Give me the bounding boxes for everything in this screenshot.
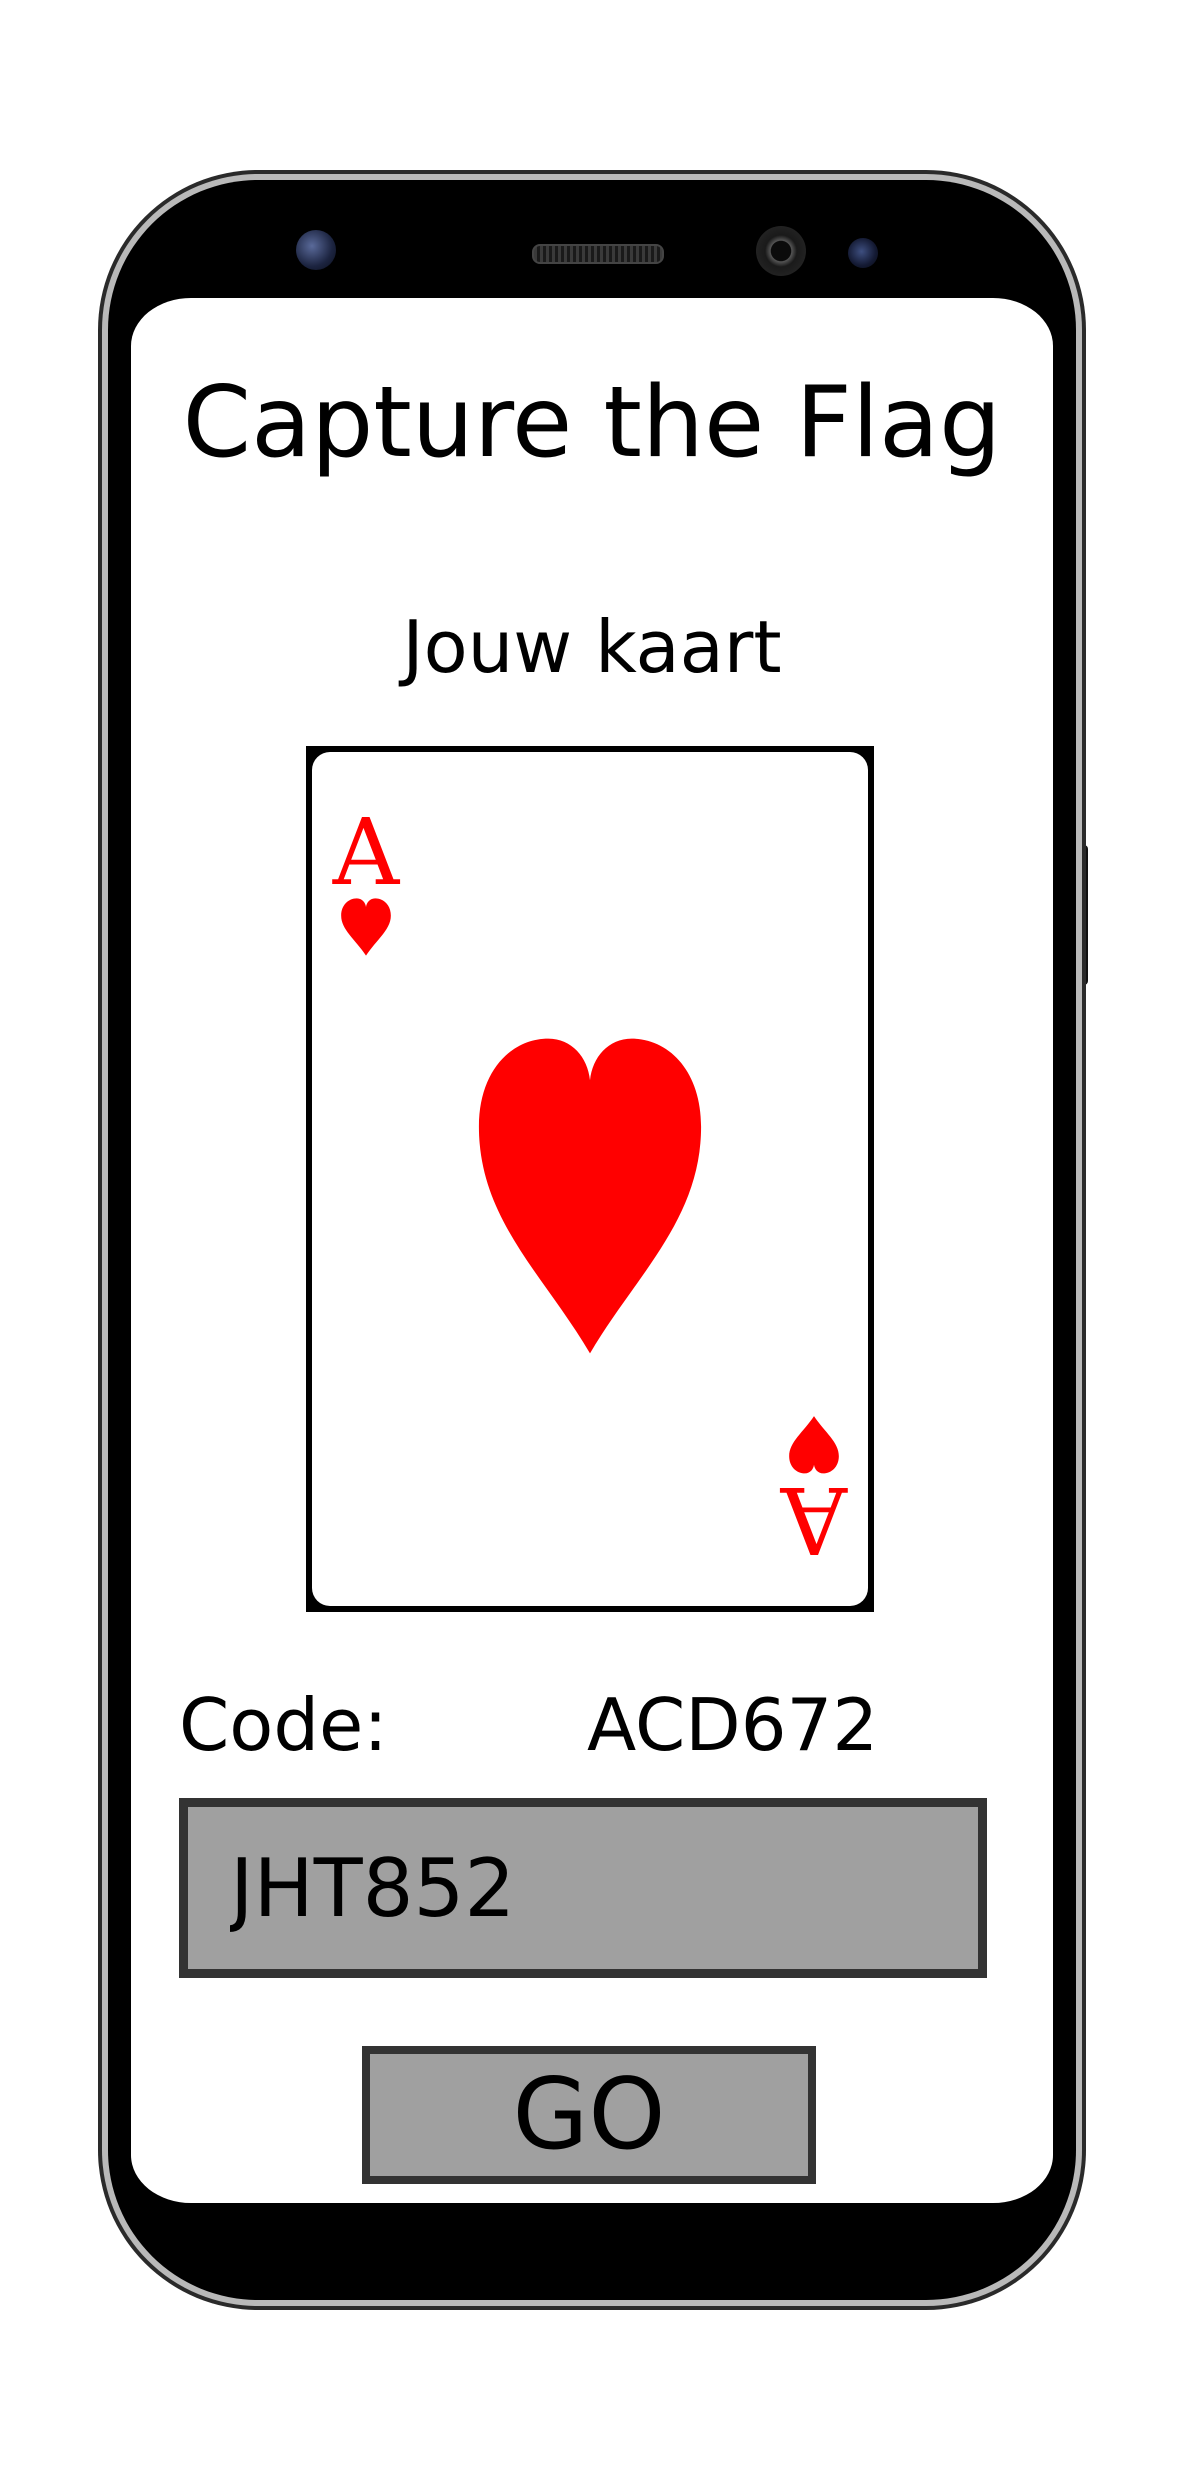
earpiece-speaker-icon	[532, 244, 664, 264]
phone-screen: Capture the Flag Jouw kaart A A Code: AC…	[131, 298, 1053, 2203]
card-corner-bottom-right: A	[778, 1415, 850, 1573]
card-corner-top-left: A	[330, 799, 402, 957]
card-rank: A	[332, 799, 400, 906]
front-camera-icon	[756, 226, 806, 276]
code-input[interactable]	[179, 1798, 987, 1978]
card-face: A A	[312, 752, 868, 1606]
code-label: Code:	[179, 1683, 388, 1767]
card-subtitle: Jouw kaart	[402, 605, 782, 689]
power-button[interactable]	[1076, 845, 1088, 985]
go-button[interactable]: GO	[362, 2046, 816, 2184]
app-title: Capture the Flag	[182, 366, 1002, 480]
card-rank: A	[780, 1466, 848, 1573]
playing-card: A A	[306, 746, 874, 1612]
iris-scanner-icon	[848, 238, 878, 268]
heart-icon	[478, 1038, 702, 1354]
proximity-sensor-icon	[296, 230, 336, 270]
code-value: ACD672	[587, 1683, 879, 1767]
